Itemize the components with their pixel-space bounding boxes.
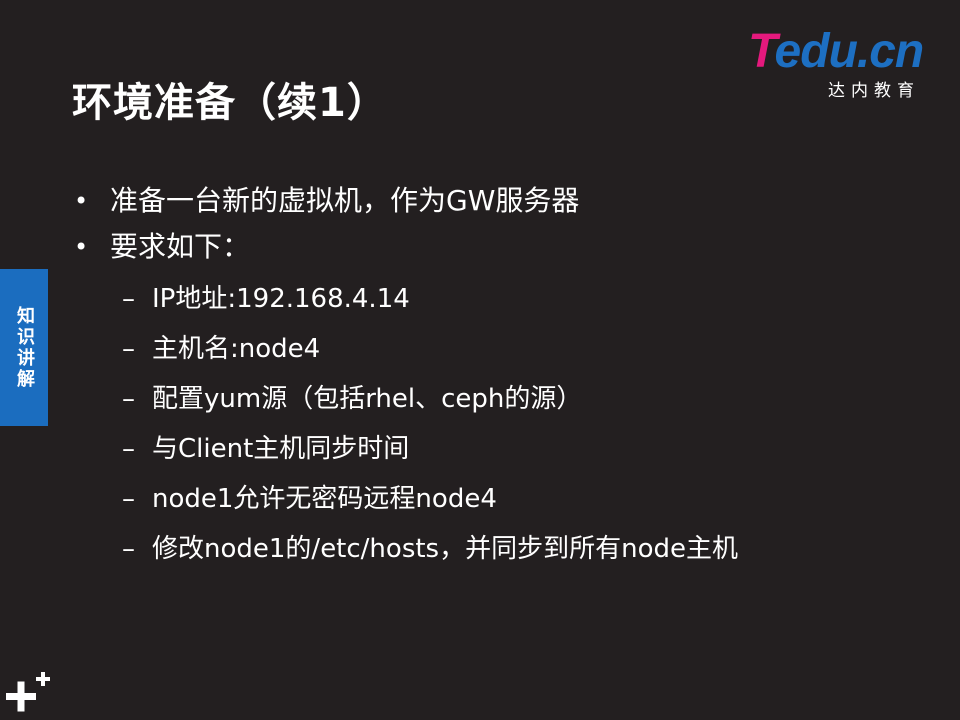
sub-bullet-item: – 配置yum源（包括rhel、ceph的源）: [122, 374, 934, 424]
sub-bullet-marker: –: [122, 384, 135, 414]
side-tab-label: 知识讲解: [14, 305, 35, 390]
sub-bullet-item: – 主机名:node4: [122, 324, 934, 374]
slide-content: • 准备一台新的虚拟机，作为GW服务器 • 要求如下： – IP地址:192.1…: [74, 178, 934, 574]
sub-bullet-item: – 修改node1的/etc/hosts，并同步到所有node主机: [122, 524, 934, 574]
logo-brand-t: T: [748, 25, 776, 78]
sub-bullet-text: node1允许无密码远程node4: [152, 484, 497, 514]
slide: 环境准备（续1） Tedu.cn 达内教育 知识讲解 • 准备一台新的虚拟机，作…: [0, 0, 960, 720]
bullet-item: • 准备一台新的虚拟机，作为GW服务器: [74, 178, 934, 224]
bullet-text: 要求如下：: [110, 230, 251, 263]
plus-icon: [6, 672, 50, 712]
sub-bullet-marker: –: [122, 484, 135, 514]
sub-bullet-marker: –: [122, 334, 135, 364]
side-tab: 知识讲解: [0, 269, 48, 426]
sub-bullet-item: – IP地址:192.168.4.14: [122, 274, 934, 324]
slide-title: 环境准备（续1）: [72, 80, 388, 126]
sub-bullet-item: – 与Client主机同步时间: [122, 424, 934, 474]
bullet-marker: •: [74, 233, 89, 261]
sub-bullet-marker: –: [122, 534, 135, 564]
sub-bullet-list: – IP地址:192.168.4.14 – 主机名:node4 – 配置yum源…: [122, 274, 934, 574]
tedu-logo: Tedu.cn 达内教育: [748, 26, 938, 106]
sub-bullet-text: IP地址:192.168.4.14: [152, 284, 410, 314]
bullet-item: • 要求如下：: [74, 224, 934, 270]
bullet-text: 准备一台新的虚拟机，作为GW服务器: [110, 184, 580, 217]
logo-subtitle: 达内教育: [828, 81, 920, 101]
sub-bullet-text: 配置yum源（包括rhel、ceph的源）: [152, 384, 583, 414]
sub-bullet-text: 与Client主机同步时间: [152, 434, 410, 464]
sub-bullet-text: 修改node1的/etc/hosts，并同步到所有node主机: [152, 534, 738, 564]
sub-bullet-text: 主机名:node4: [152, 334, 321, 364]
bullet-marker: •: [74, 187, 89, 215]
sub-bullet-marker: –: [122, 284, 135, 314]
logo-brand-rest: edu.cn: [774, 25, 925, 78]
logo-brand: Tedu.cn: [748, 25, 925, 78]
sub-bullet-item: – node1允许无密码远程node4: [122, 474, 934, 524]
sub-bullet-marker: –: [122, 434, 135, 464]
